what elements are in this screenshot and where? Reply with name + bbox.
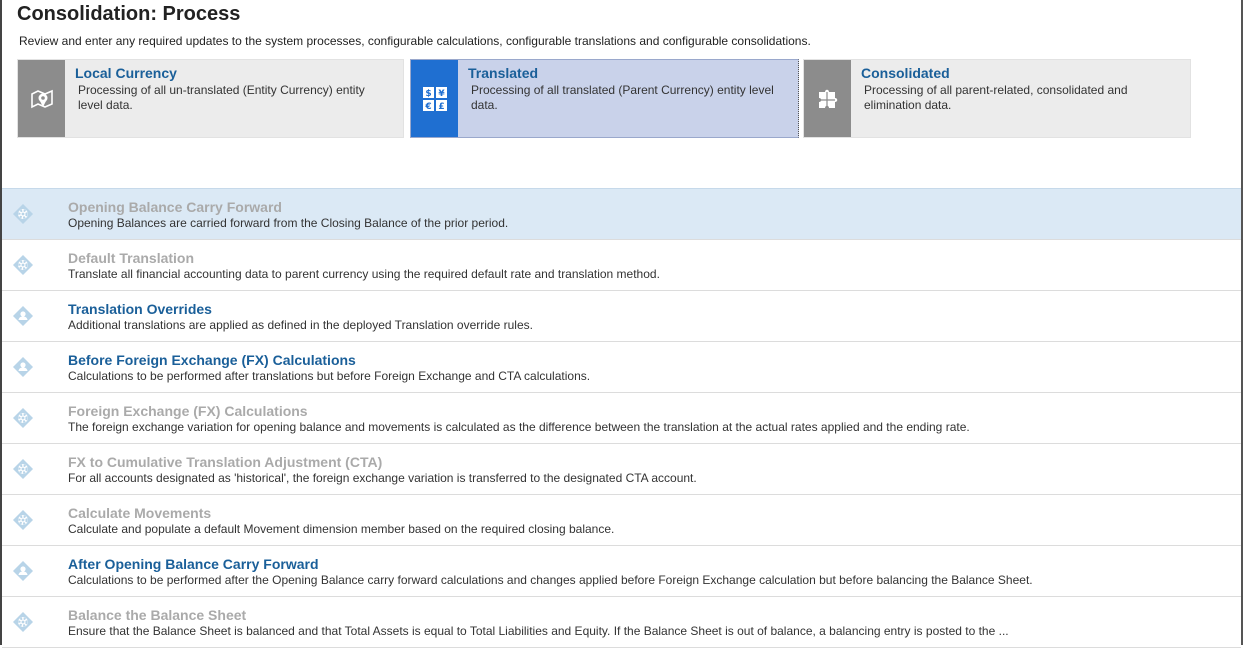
card-title: Local Currency — [75, 65, 177, 81]
page-description: Review and enter any required updates to… — [19, 34, 811, 48]
process-title: Translation Overrides — [68, 301, 212, 317]
process-description: Opening Balances are carried forward fro… — [68, 216, 509, 230]
process-title: Foreign Exchange (FX) Calculations — [68, 403, 308, 419]
card-icon-box — [804, 60, 851, 137]
user-rule-icon — [13, 306, 33, 326]
card-title: Consolidated — [861, 65, 950, 81]
process-title: Default Translation — [68, 250, 195, 266]
process-title: After Opening Balance Carry Forward — [68, 556, 319, 572]
gear-icon — [13, 510, 33, 530]
card-text: Processing of all un-translated (Entity … — [78, 83, 365, 112]
card-text: Processing of all parent-related, consol… — [864, 83, 1128, 112]
card-title: Translated — [468, 65, 539, 81]
process-description: For all accounts designated as 'historic… — [68, 471, 697, 485]
page-title: Consolidation: Process — [17, 3, 241, 25]
process-list: Opening Balance Carry Forward Opening Ba… — [2, 188, 1241, 648]
puzzle-icon — [818, 89, 837, 108]
process-row[interactable]: Before Foreign Exchange (FX) Calculation… — [2, 342, 1241, 393]
process-title: FX to Cumulative Translation Adjustment … — [68, 454, 383, 470]
card-local-currency[interactable]: Local Currency Processing of all un-tran… — [17, 59, 404, 138]
process-row[interactable]: After Opening Balance Carry Forward Calc… — [2, 546, 1241, 597]
gear-icon — [13, 255, 33, 275]
process-title: Balance the Balance Sheet — [68, 607, 247, 623]
process-row[interactable]: Opening Balance Carry Forward Opening Ba… — [2, 188, 1241, 240]
currency-exchange-icon: $ ¥ € £ — [422, 86, 447, 112]
process-row[interactable]: Translation Overrides Additional transla… — [2, 291, 1241, 342]
card-consolidated[interactable]: Consolidated Processing of all parent-re… — [803, 59, 1191, 138]
process-description: Calculations to be performed after the O… — [68, 573, 1033, 587]
user-rule-icon — [13, 357, 33, 377]
process-row[interactable]: Balance the Balance Sheet Ensure that th… — [2, 597, 1241, 648]
process-row[interactable]: Calculate Movements Calculate and popula… — [2, 495, 1241, 546]
svg-text:£: £ — [438, 102, 444, 112]
process-row[interactable]: Foreign Exchange (FX) Calculations The f… — [2, 393, 1241, 444]
process-description: The foreign exchange variation for openi… — [68, 420, 970, 434]
process-description: Ensure that the Balance Sheet is balance… — [68, 624, 1009, 638]
svg-text:€: € — [424, 102, 431, 112]
user-rule-icon — [13, 561, 33, 581]
card-icon-box — [18, 60, 65, 137]
process-title: Opening Balance Carry Forward — [68, 199, 282, 215]
gear-icon — [13, 459, 33, 479]
gear-icon — [13, 612, 33, 632]
process-description: Calculations to be performed after trans… — [68, 369, 591, 383]
gear-icon — [13, 408, 33, 428]
card-text: Processing of all translated (Parent Cur… — [471, 83, 774, 112]
location-pin-icon — [30, 89, 53, 108]
process-row[interactable]: FX to Cumulative Translation Adjustment … — [2, 444, 1241, 495]
svg-text:¥: ¥ — [438, 89, 445, 99]
process-description: Additional translations are applied as d… — [68, 318, 533, 332]
process-row[interactable]: Default Translation Translate all financ… — [2, 240, 1241, 291]
card-translated[interactable]: $ ¥ € £ Translated Processing of all tra… — [410, 59, 799, 138]
process-description: Calculate and populate a default Movemen… — [68, 522, 615, 536]
process-title: Calculate Movements — [68, 505, 212, 521]
process-title: Before Foreign Exchange (FX) Calculation… — [68, 352, 356, 368]
gear-icon — [13, 204, 33, 224]
card-icon-box: $ ¥ € £ — [411, 60, 458, 137]
process-description: Translate all financial accounting data … — [68, 267, 660, 281]
svg-text:$: $ — [425, 89, 431, 99]
